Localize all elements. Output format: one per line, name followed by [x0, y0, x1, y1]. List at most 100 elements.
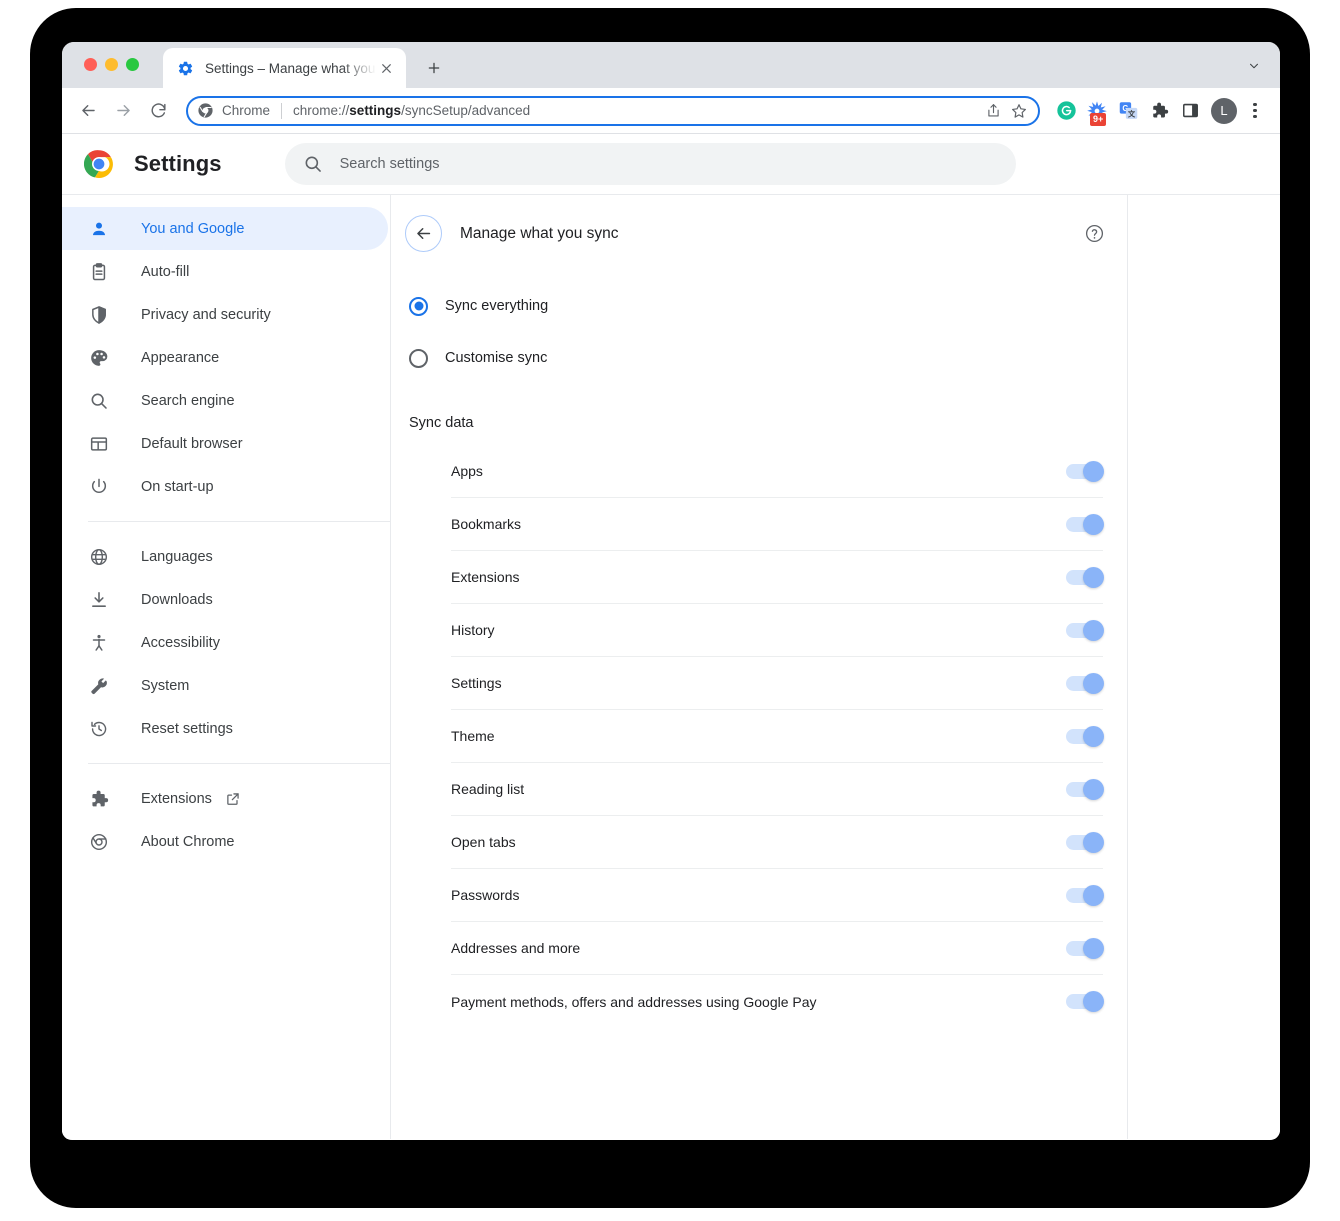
sidebar-item-you-and-google[interactable]: You and Google: [62, 207, 388, 250]
sync-toggle-settings[interactable]: [1066, 672, 1104, 694]
new-tab-button[interactable]: [420, 54, 448, 82]
history-restore-icon: [88, 718, 109, 739]
sync-item-label: Reading list: [451, 781, 525, 797]
browser-window: Settings – Manage what you sy Chrome chr…: [62, 42, 1280, 1140]
list-item[interactable]: Theme: [451, 710, 1104, 763]
back-arrow-icon[interactable]: [405, 215, 442, 252]
sync-toggle-extensions[interactable]: [1066, 566, 1104, 588]
back-navigation-button[interactable]: [72, 95, 104, 127]
sidebar-item-about-chrome[interactable]: About Chrome: [62, 820, 388, 863]
search-input[interactable]: [339, 156, 1016, 172]
browser-tab[interactable]: Settings – Manage what you sy: [163, 48, 406, 88]
sync-item-label: Payment methods, offers and addresses us…: [451, 993, 817, 1010]
reload-button[interactable]: [142, 95, 174, 127]
radio-label: Customise sync: [445, 350, 548, 366]
forward-navigation-button[interactable]: [107, 95, 139, 127]
sync-item-label: Settings: [451, 675, 502, 691]
chrome-logo: [83, 149, 114, 179]
sidebar-item-appearance[interactable]: Appearance: [62, 336, 388, 379]
sync-toggle-open-tabs[interactable]: [1066, 831, 1104, 853]
tab-title: Settings – Manage what you sy: [205, 60, 376, 76]
sidebar-item-label: Auto-fill: [141, 263, 190, 280]
google-translate-extension-icon[interactable]: G 文: [1114, 97, 1142, 125]
side-panel-icon[interactable]: [1176, 97, 1204, 125]
share-icon[interactable]: [980, 98, 1006, 124]
help-circle-icon[interactable]: [1083, 223, 1105, 245]
puzzle-icon: [88, 788, 109, 809]
radio-customise-sync[interactable]: Customise sync: [391, 338, 1127, 378]
sidebar-item-extensions[interactable]: Extensions: [62, 777, 388, 820]
search-settings-box[interactable]: [284, 143, 1016, 185]
list-item[interactable]: Payment methods, offers and addresses us…: [451, 975, 1104, 1028]
sidebar-item-languages[interactable]: Languages: [62, 535, 388, 578]
power-icon: [88, 476, 109, 497]
url-bold-part: settings: [349, 103, 402, 118]
list-item[interactable]: Open tabs: [451, 816, 1104, 869]
sidebar-item-reset-settings[interactable]: Reset settings: [62, 707, 388, 750]
sidebar-item-default-browser[interactable]: Default browser: [62, 422, 388, 465]
three-dot-menu-icon[interactable]: [1242, 97, 1268, 125]
sidebar-item-privacy-and-security[interactable]: Privacy and security: [62, 293, 388, 336]
sidebar-item-label: Default browser: [141, 435, 243, 452]
search-icon: [303, 154, 323, 174]
sync-item-label: Extensions: [451, 569, 520, 585]
sidebar-item-on-start-up[interactable]: On start-up: [62, 465, 388, 508]
sync-toggle-reading-list[interactable]: [1066, 778, 1104, 800]
list-item[interactable]: Reading list: [451, 763, 1104, 816]
sidebar-item-label: Extensions: [141, 790, 212, 807]
sidebar-item-label: You and Google: [141, 220, 245, 237]
sync-toggle-bookmarks[interactable]: [1066, 513, 1104, 535]
sidebar-item-label: Languages: [141, 548, 213, 565]
settings-content: Manage what you sync Sync everything Cus…: [391, 195, 1128, 1139]
list-item[interactable]: Addresses and more: [451, 922, 1104, 975]
sync-toggle-addresses-and-more[interactable]: [1066, 937, 1104, 959]
radio-mark-unselected: [409, 348, 428, 368]
settings-page: Settings Search settings You and Google …: [62, 134, 1280, 1139]
tab-strip: Settings – Manage what you sy: [62, 42, 1280, 88]
close-window-button[interactable]: [84, 58, 97, 71]
person-icon: [88, 218, 109, 239]
maximise-window-button[interactable]: [126, 58, 139, 71]
starburst-extension-icon[interactable]: 9+: [1083, 97, 1111, 126]
sidebar-divider-1: [88, 521, 390, 522]
sync-toggle-history[interactable]: [1066, 619, 1104, 641]
sidebar-item-system[interactable]: System: [62, 664, 388, 707]
accessibility-icon: [88, 632, 109, 653]
wrench-icon: [88, 675, 109, 696]
sync-toggle-passwords[interactable]: [1066, 884, 1104, 906]
sidebar-item-label: Downloads: [141, 591, 213, 608]
radio-sync-everything[interactable]: Sync everything: [391, 286, 1127, 326]
extension-badge-count: 9+: [1090, 112, 1107, 126]
sync-toggle-google-pay[interactable]: [1066, 991, 1104, 1012]
avatar[interactable]: L: [1211, 97, 1237, 124]
list-item[interactable]: Settings: [451, 657, 1104, 710]
sync-toggle-apps[interactable]: [1066, 460, 1104, 482]
sync-item-label: Theme: [451, 728, 495, 744]
tab-search-chevron-down-icon[interactable]: [1242, 56, 1266, 76]
minimise-window-button[interactable]: [105, 58, 118, 71]
list-item[interactable]: Bookmarks: [451, 498, 1104, 551]
browser-window-icon: [88, 433, 109, 454]
settings-header: Settings: [62, 134, 1280, 194]
list-item[interactable]: Apps: [451, 445, 1104, 498]
sidebar-item-downloads[interactable]: Downloads: [62, 578, 388, 621]
star-icon[interactable]: [1006, 98, 1032, 124]
list-item[interactable]: Passwords: [451, 869, 1104, 922]
extensions-puzzle-icon[interactable]: [1145, 97, 1173, 125]
tab-close-icon[interactable]: [376, 58, 396, 78]
list-item[interactable]: Extensions: [451, 551, 1104, 604]
sidebar-item-accessibility[interactable]: Accessibility: [62, 621, 388, 664]
sidebar-item-label: Search engine: [141, 392, 235, 409]
address-bar[interactable]: Chrome chrome://settings/syncSetup/advan…: [186, 95, 1040, 126]
grammarly-extension-icon[interactable]: [1052, 97, 1080, 125]
sidebar-item-search-engine[interactable]: Search engine: [62, 379, 388, 422]
omnibox-scheme-label: Chrome: [222, 103, 271, 118]
sidebar-item-auto-fill[interactable]: Auto-fill: [62, 250, 388, 293]
sidebar-divider-2: [88, 763, 390, 764]
list-item[interactable]: History: [451, 604, 1104, 657]
omnibox-separator: [281, 102, 283, 119]
sync-toggle-theme[interactable]: [1066, 725, 1104, 747]
sync-item-label: Passwords: [451, 887, 520, 903]
open-in-new-icon[interactable]: [225, 791, 241, 807]
sync-item-label: Open tabs: [451, 834, 516, 850]
